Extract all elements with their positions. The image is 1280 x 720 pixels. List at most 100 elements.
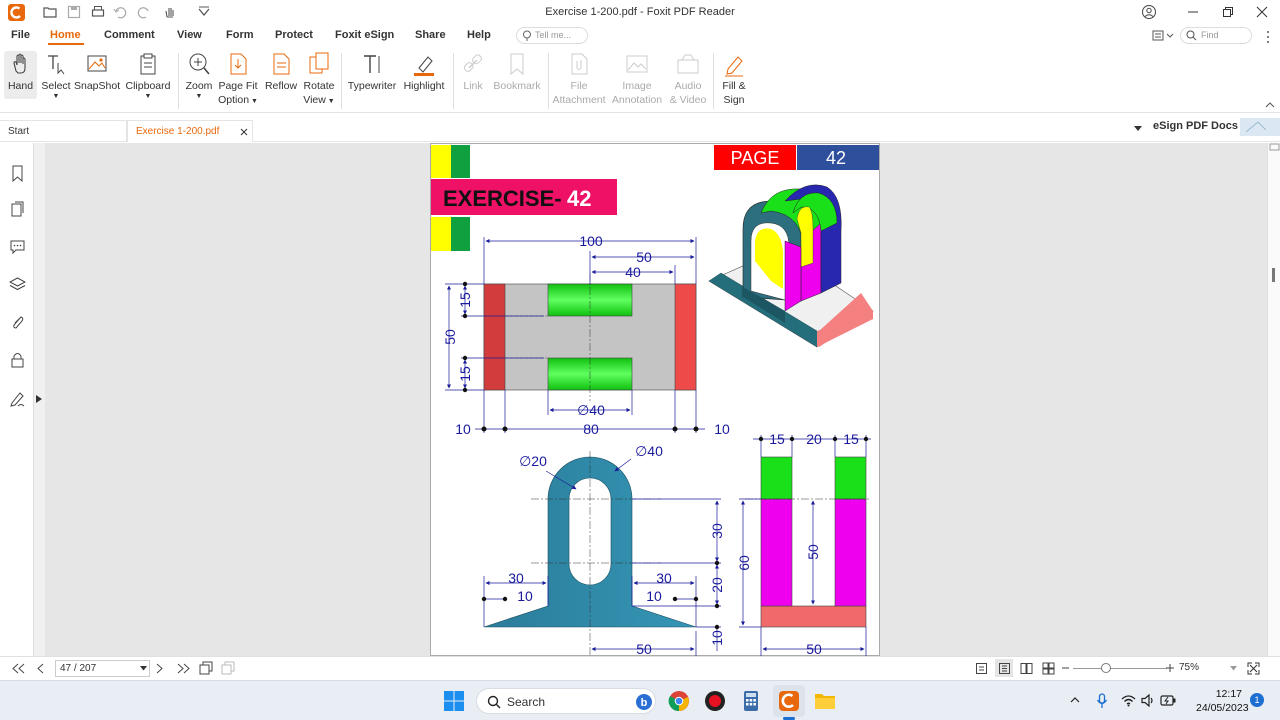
full-screen-icon[interactable] [1247,662,1260,675]
highlight-button[interactable]: Highlight [401,51,447,93]
menu-protect[interactable]: Protect [275,29,313,41]
vertical-scrollbar[interactable] [1267,143,1280,656]
signature-panel-icon[interactable] [9,390,26,407]
previous-view-icon[interactable] [199,661,214,675]
panel-splitter[interactable] [34,143,45,656]
facing-view-icon[interactable] [1020,662,1033,675]
image-annotation-button[interactable]: Image Annotation [610,51,664,107]
menu-foxit-esign[interactable]: Foxit eSign [335,29,394,41]
windows-start-icon[interactable] [442,689,466,713]
continuous-facing-view-icon[interactable] [1042,662,1055,675]
microphone-icon[interactable] [1096,693,1108,709]
file-attachment-button[interactable]: File Attachment [552,51,606,107]
view-mode-dropdown-icon[interactable] [1152,29,1176,43]
page-fit-option-button[interactable]: Page Fit Option ▼ [217,51,259,109]
tab-document[interactable]: Exercise 1-200.pdf [127,120,253,142]
next-view-icon[interactable] [221,661,236,675]
foxit-taskbar-icon[interactable] [777,689,801,713]
wifi-icon[interactable] [1121,694,1136,707]
more-options-icon[interactable] [1265,30,1271,44]
fill-sign-button[interactable]: Fill & Sign [717,51,751,107]
single-page-view-icon[interactable] [975,662,988,675]
close-tab-icon[interactable] [240,128,248,136]
windows-taskbar: Search b 12:17 24/05/2023 1 [0,680,1280,720]
continuous-page-view-icon[interactable] [998,662,1011,675]
screen-recorder-icon[interactable] [703,689,727,713]
save-icon[interactable] [66,4,82,20]
menu-home[interactable]: Home [50,29,81,41]
redo-icon[interactable] [136,4,152,20]
tab-start[interactable]: Start [0,120,127,142]
security-panel-icon[interactable] [9,351,26,368]
notification-badge[interactable]: 1 [1250,693,1264,707]
page-dropdown-icon[interactable] [140,666,147,671]
menu-view[interactable]: View [177,29,202,41]
battery-icon[interactable] [1160,695,1176,706]
chrome-icon[interactable] [667,689,691,713]
select-button[interactable]: Select ▼ [40,51,72,101]
menu-file[interactable]: File [11,29,30,41]
customize-toolbar-icon[interactable] [196,4,212,20]
menu-form[interactable]: Form [226,29,254,41]
pages-panel-icon[interactable] [9,201,26,218]
zoom-level[interactable]: 75% [1179,662,1199,673]
menu-comment[interactable]: Comment [104,29,155,41]
link-button[interactable]: Link [458,51,488,93]
tab-document-label: Exercise 1-200.pdf [136,126,220,137]
esign-promo[interactable]: eSign PDF Docs [1153,120,1238,132]
zoom-in-icon[interactable] [1166,663,1175,673]
zoom-out-icon[interactable] [1062,663,1070,673]
dim-dia40: ∅40 [577,402,605,418]
restore-button[interactable] [1213,2,1243,22]
previous-page-icon[interactable] [37,663,45,674]
menu-share[interactable]: Share [415,29,446,41]
minimize-button[interactable] [1178,2,1208,22]
dim-15-bottom: 15 [457,366,473,382]
rotate-label-2: View [303,94,326,106]
zoom-button[interactable]: Zoom ▼ [183,51,215,101]
zoom-slider-thumb[interactable] [1101,663,1111,673]
undo-icon[interactable] [112,4,128,20]
typewriter-button[interactable]: Typewriter [346,51,398,93]
calculator-icon[interactable] [739,689,763,713]
first-page-icon[interactable] [12,663,25,674]
menu-help[interactable]: Help [467,29,491,41]
collapse-ribbon-icon[interactable] [1265,101,1275,109]
show-hidden-icons-chevron[interactable] [1070,696,1080,703]
snapshot-button[interactable]: SnapShot [74,51,120,93]
audio-video-button[interactable]: Audio & Video [667,51,709,107]
next-page-icon[interactable] [156,663,164,674]
close-window-button[interactable] [1247,2,1277,22]
tab-list-dropdown-icon[interactable] [1134,126,1142,132]
last-page-icon[interactable] [177,663,190,674]
system-clock[interactable]: 12:17 24/05/2023 [1196,687,1249,715]
scroll-up-icon[interactable] [1269,143,1280,151]
open-folder-icon[interactable] [42,4,58,20]
bookmark-button[interactable]: Bookmark [491,51,543,93]
tell-me-placeholder: Tell me... [535,30,572,40]
expand-panel-icon[interactable] [36,395,42,403]
comments-panel-icon[interactable] [9,238,26,255]
print-icon[interactable] [90,4,106,20]
reflow-button[interactable]: Reflow [263,51,299,93]
account-icon[interactable] [1141,4,1157,20]
page-label: PAGE [731,148,780,168]
zoom-dropdown-icon[interactable] [1230,666,1237,671]
rotate-view-button[interactable]: Rotate View ▼ [301,51,337,109]
tell-me-input[interactable]: Tell me... [516,27,588,44]
zoom-slider-track[interactable] [1073,668,1167,669]
taskbar-search-box[interactable]: Search b [476,688,656,714]
scrollbar-thumb[interactable] [1272,268,1275,282]
hand-tool-dropdown-icon[interactable] [162,4,178,20]
bookmarks-panel-icon[interactable] [9,165,26,182]
find-input[interactable]: Find [1180,27,1252,44]
document-viewport[interactable]: EXERCISE- 42 PAGE 42 100 50 40 15 50 15 … [45,143,1267,656]
page-number-input[interactable]: 47 / 207 [55,660,150,677]
attachments-panel-icon[interactable] [9,314,26,331]
volume-icon[interactable] [1141,694,1155,707]
dim-20-vertical: 20 [709,577,725,593]
clipboard-button[interactable]: Clipboard ▼ [123,51,173,101]
hand-tool-button[interactable]: Hand [4,51,37,99]
file-explorer-icon[interactable] [813,689,837,713]
layers-panel-icon[interactable] [9,276,26,293]
